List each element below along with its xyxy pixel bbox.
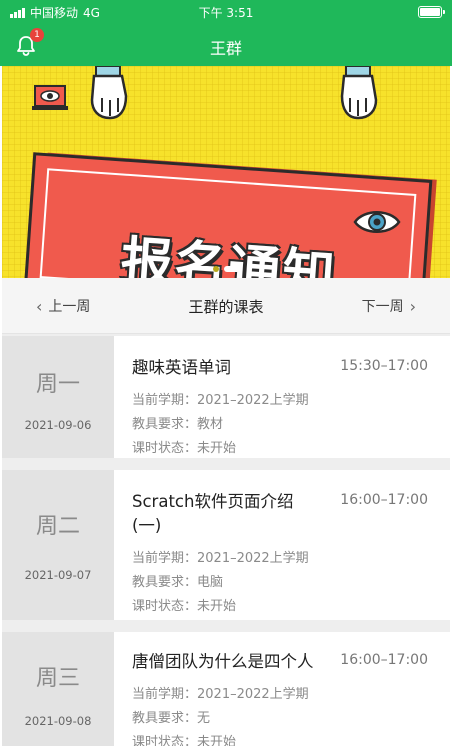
course-term: 当前学期：2021–2022上学期: [132, 687, 309, 702]
course-title: Scratch软件页面介绍: [132, 492, 294, 511]
day-name: 周三: [35, 666, 80, 691]
page-title: 王群: [209, 39, 242, 58]
course-term: 当前学期：2021–2022上学期: [132, 393, 309, 408]
course-status: 课时状态：未开始: [132, 441, 237, 456]
status-time: 下午 3:51: [198, 6, 254, 20]
nav-bar: 1 王群: [0, 24, 452, 66]
banner-carousel[interactable]: 报名通知: [2, 66, 450, 278]
day-name: 周二: [35, 514, 80, 539]
day-column: 周一 2021-09-06: [2, 336, 114, 458]
course-time: 16:00–17:00: [340, 492, 428, 508]
course-status: 课时状态：未开始: [132, 599, 237, 614]
course-equipment: 教具要求：电脑: [132, 575, 224, 590]
day-date: 2021-09-08: [24, 714, 92, 728]
day-date: 2021-09-06: [24, 418, 92, 432]
battery-icon: [418, 6, 445, 18]
right-hand-icon: [340, 66, 378, 120]
course-equipment: 教具要求：无: [132, 711, 211, 726]
left-hand-icon: [90, 66, 128, 120]
carousel-dot[interactable]: [212, 266, 219, 272]
day-column: 周二 2021-09-07: [2, 470, 114, 620]
day-name: 周一: [35, 372, 80, 397]
course-card[interactable]: 周三 2021-09-08 唐僧团队为什么是四个人 16:00–17:00 当前…: [2, 632, 450, 746]
course-term: 当前学期：2021–2022上学期: [132, 551, 309, 566]
carousel-indicator: [2, 266, 450, 272]
course-status: 课时状态：未开始: [132, 735, 237, 746]
status-bar: 中国移动 4G 下午 3:51: [0, 0, 452, 24]
course-time: 15:30–17:00: [340, 358, 428, 374]
eye-icon: [353, 211, 401, 233]
carousel-dot-active[interactable]: [223, 266, 240, 272]
week-navigation: ‹ 上一周 王群的课表 下一周 ›: [2, 278, 450, 334]
course-card[interactable]: 周一 2021-09-06 趣味英语单词 15:30–17:00 当前学期：20…: [2, 336, 450, 458]
next-week-button[interactable]: 下一周 ›: [362, 296, 416, 316]
day-date: 2021-09-07: [24, 568, 92, 582]
course-title: 唐僧团队为什么是四个人: [132, 652, 314, 671]
course-card[interactable]: 周二 2021-09-07 Scratch软件页面介绍 (一) 16:00–17…: [2, 470, 450, 620]
course-list[interactable]: 周一 2021-09-06 趣味英语单词 15:30–17:00 当前学期：20…: [2, 334, 450, 746]
course-equipment: 教具要求：教材: [132, 417, 224, 432]
laptop-eye-icon: [32, 85, 68, 110]
next-week-label: 下一周: [361, 299, 404, 315]
chevron-right-icon: ›: [409, 296, 416, 316]
course-title-line2: (一): [132, 516, 162, 535]
course-time: 16:00–17:00: [340, 652, 428, 668]
course-title: 趣味英语单词: [132, 358, 231, 377]
day-column: 周三 2021-09-08: [2, 632, 114, 746]
